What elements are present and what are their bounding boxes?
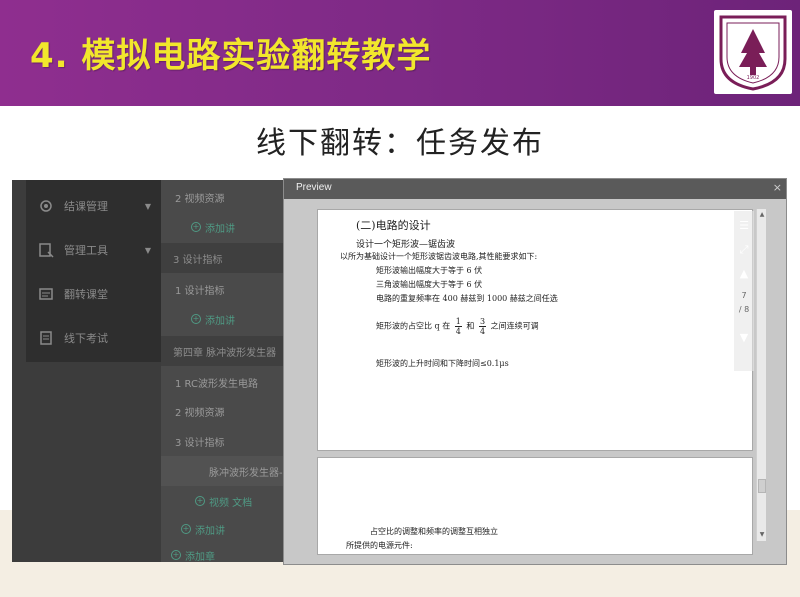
classroom-icon [39,288,53,300]
close-icon[interactable]: × [773,181,782,194]
plus-icon: + [191,314,201,324]
left-nav: 结课管理 ▼ 管理工具 ▼ 翻转课堂 线下考试 [26,180,161,362]
page-total: / 8 [738,305,750,314]
nav-label: 翻转课堂 [64,288,108,301]
nav-item-flipped-class[interactable]: 翻转课堂 [26,272,161,316]
tools-icon [39,243,54,258]
logo-emblem-icon: 1902 [719,15,787,91]
nav-label: 结课管理 [64,200,108,213]
slide-title: 4. 模拟电路实验翻转教学 [30,36,432,76]
thumbnails-icon[interactable]: ☰ [736,219,752,233]
plus-icon: + [171,550,181,560]
fraction: 34 [478,317,487,336]
doc-text: 三角波输出幅度大于等于 6 伏 [376,280,483,289]
page-up-icon[interactable]: ▲ [736,267,752,281]
caret-down-icon: ▼ [144,245,151,255]
doc-text: 矩形波的上升时间和下降时间≤0.1μs [376,359,509,368]
caret-down-icon: ▼ [144,201,151,211]
list-item[interactable]: 1 设计指标 [161,274,286,304]
title-banner: 4. 模拟电路实验翻转教学 1902 [0,0,800,106]
scroll-down-icon[interactable]: ▼ [758,531,766,539]
document-viewer: (二)电路的设计 设计一个矩形波—锯齿波 以所为基础设计一个矩形波锯齿波电路,其… [284,199,786,564]
page-current: 7 [741,291,747,300]
doc-text: 设计一个矩形波—锯齿波 [356,240,456,250]
preview-dialog: Preview × (二)电路的设计 设计一个矩形波—锯齿波 以所为基础设计一个… [283,178,787,565]
doc-text: 所提供的电源元件: [346,541,413,550]
plus-icon: + [191,222,201,232]
document-page: 占空比的调整和频率的调整互相独立 所提供的电源元件: [317,457,753,555]
file-item[interactable]: 脉冲波形发生器--设 [161,456,286,486]
gear-icon [40,200,52,212]
preview-header: Preview × [284,179,786,199]
exam-icon [40,331,52,345]
add-resource-actions[interactable]: + 视频 文档 [161,486,286,516]
doc-text: 占空比的调整和频率的调整互相独立 [370,527,498,536]
doc-duty-cycle: 矩形波的占空比 q 在 14 和 34 之间连续可调 [376,317,539,336]
add-lecture-button[interactable]: + 添加讲 [161,304,286,334]
chapter-list: 2 视频资源 + 添加讲 3 设计指标 1 设计指标 + 添加讲 第四章 脉冲波形发… [161,180,286,562]
nav-label: 管理工具 [64,244,108,257]
slide-subtitle: 线下翻转：任务发布 [256,126,544,161]
list-item[interactable]: 1 RC波形发生电路 [161,367,286,397]
add-chapter-button[interactable]: + 添加章 [161,540,286,562]
fullscreen-icon[interactable]: ⤢ [736,243,752,257]
list-item[interactable]: 2 视频资源 [161,396,286,426]
add-lecture-button[interactable]: + 添加讲 [161,212,286,242]
section-header[interactable]: 第四章 脉冲波形发生器 [161,336,286,366]
doc-text: 电路的重复频率在 400 赫兹到 1000 赫兹之间任选 [376,294,558,303]
doc-text: 矩形波输出幅度大于等于 6 伏 [376,266,483,275]
section-header[interactable]: 3 设计指标 [161,243,286,273]
page-down-icon[interactable]: ▼ [736,331,752,345]
university-logo: 1902 [714,10,792,94]
nav-item-course-management[interactable]: 结课管理 ▼ [26,184,161,228]
nav-item-management-tools[interactable]: 管理工具 ▼ [26,228,161,272]
document-page: (二)电路的设计 设计一个矩形波—锯齿波 以所为基础设计一个矩形波锯齿波电路,其… [317,209,753,451]
doc-text: 以所为基础设计一个矩形波锯齿波电路,其性能要求如下: [340,252,538,261]
fraction: 14 [454,317,462,336]
nav-label: 线下考试 [64,332,108,345]
viewer-toolbar: ☰ ⤢ ▲ 7 / 8 ▼ [734,211,754,371]
scroll-thumb[interactable] [758,479,766,493]
preview-title: Preview [296,182,332,193]
list-item[interactable]: 2 视频资源 [161,182,286,212]
scrollbar[interactable]: ▲ ▼ [756,209,766,541]
plus-icon: + [195,496,205,506]
doc-heading: (二)电路的设计 [356,219,431,232]
list-item[interactable]: 3 设计指标 [161,426,286,456]
svg-text:1902: 1902 [747,75,760,81]
nav-item-offline-exam[interactable]: 线下考试 [26,316,161,360]
scroll-up-icon[interactable]: ▲ [758,211,766,219]
plus-icon: + [181,524,191,534]
